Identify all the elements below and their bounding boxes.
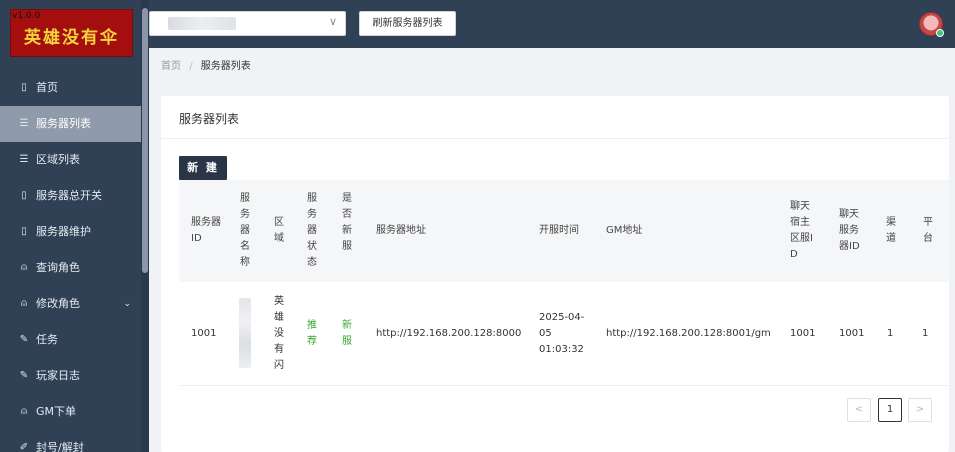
sidebar-item-player-log[interactable]: ✎ 玩家日志 <box>0 358 149 394</box>
sidebar: v1.0.0 英雄没有伞 ▯ 首页 ☰ 服务器列表 ☰ 区域列表 ▯ 服务器总开… <box>0 0 149 452</box>
chevron-down-icon: ∨ <box>328 15 337 28</box>
list-icon: ☰ <box>19 154 29 165</box>
sidebar-scrollbar[interactable] <box>142 8 148 273</box>
sidebar-item-edit-role[interactable]: ⍝ 修改角色 ⌄ <box>0 286 149 322</box>
sidebar-item-ban[interactable]: ✐ 封号/解封 <box>0 430 149 452</box>
wrench-icon: ✎ <box>19 370 29 381</box>
header-gm-address: GM地址 <box>606 225 643 236</box>
breadcrumb-separator: / <box>189 61 193 72</box>
table-header: 服务器ID 服务器名称 区域 服务器状态 是否新服 服务器地址 开服时间 GM地… <box>179 180 949 282</box>
sidebar-item-server-switch[interactable]: ▯ 服务器总开关 <box>0 178 149 214</box>
cell-status: 推荐 <box>307 320 317 347</box>
edit-icon: ✐ <box>19 442 29 452</box>
sidebar-item-label: 封号/解封 <box>36 441 84 452</box>
server-list-card: 服务器列表 新 建 服务器ID 服务器名称 区域 服务器状态 是否新服 服务器地… <box>161 96 949 452</box>
cell-platform: 1 <box>922 328 929 339</box>
cell-region: 英雄没有闪 <box>274 296 284 371</box>
sidebar-item-label: 服务器总开关 <box>36 189 102 202</box>
sidebar-item-region-list[interactable]: ☰ 区域列表 <box>0 142 149 178</box>
wrench-icon: ✎ <box>19 334 29 345</box>
table-row: 1001 英雄没有闪 推荐 新服 http://192.168.200.128:… <box>179 282 949 386</box>
chevron-down-icon: ⌄ <box>123 299 131 309</box>
sidebar-menu: ▯ 首页 ☰ 服务器列表 ☰ 区域列表 ▯ 服务器总开关 ▯ 服务器维护 ⍝ 查… <box>0 70 149 452</box>
header-server-name: 服务器名称 <box>240 193 250 268</box>
cell-server-address: http://192.168.200.128:8000 <box>376 328 522 339</box>
header-chat-host-id: 聊天宿主区服ID <box>790 201 813 260</box>
user-icon: ⍝ <box>21 406 27 417</box>
header-is-new: 是否新服 <box>342 193 352 252</box>
breadcrumb-home[interactable]: 首页 <box>161 61 181 72</box>
server-table: 服务器ID 服务器名称 区域 服务器状态 是否新服 服务器地址 开服时间 GM地… <box>179 180 949 386</box>
logo-text: 英雄没有伞 <box>24 28 119 48</box>
sidebar-item-task[interactable]: ✎ 任务 <box>0 322 149 358</box>
header-server-status: 服务器状态 <box>307 193 317 268</box>
top-header: ∨ 刷新服务器列表 <box>149 0 955 48</box>
sidebar-item-label: 服务器列表 <box>36 117 91 130</box>
header-open-time: 开服时间 <box>539 225 579 236</box>
cell-chat-host-id: 1001 <box>790 328 816 339</box>
header-platform: 平台 <box>923 217 933 244</box>
cell-chat-server-id: 1001 <box>839 328 865 339</box>
refresh-server-list-button[interactable]: 刷新服务器列表 <box>359 11 456 36</box>
page-icon: ▯ <box>21 82 27 93</box>
version-label: v1.0.0 <box>12 11 41 21</box>
sidebar-item-label: 任务 <box>36 333 58 346</box>
cell-is-new: 新服 <box>342 320 352 347</box>
blurred-selected-value <box>168 17 236 30</box>
server-select[interactable]: ∨ <box>149 11 346 36</box>
avatar[interactable] <box>919 12 944 37</box>
sidebar-item-query-role[interactable]: ⍝ 查询角色 <box>0 250 149 286</box>
header-channel: 渠道 <box>886 217 896 244</box>
breadcrumb: 首页 / 服务器列表 <box>161 57 251 72</box>
sidebar-item-server-list[interactable]: ☰ 服务器列表 <box>0 106 141 142</box>
user-icon: ⍝ <box>21 262 27 273</box>
pagination-page-1[interactable]: 1 <box>878 398 902 422</box>
sidebar-item-gm-order[interactable]: ⍝ GM下单 <box>0 394 149 430</box>
new-button[interactable]: 新 建 <box>179 156 227 180</box>
header-server-address: 服务器地址 <box>376 225 426 236</box>
cell-server-id: 1001 <box>191 328 217 339</box>
list-icon: ☰ <box>19 118 29 129</box>
sidebar-item-label: 首页 <box>36 81 58 94</box>
online-status-icon <box>936 29 944 37</box>
sidebar-item-label: 修改角色 <box>36 297 80 310</box>
header-chat-server-id: 聊天服务器ID <box>839 209 860 252</box>
sidebar-item-label: 服务器维护 <box>36 225 91 238</box>
cell-channel: 1 <box>887 328 894 339</box>
header-region: 区域 <box>274 217 284 244</box>
sidebar-item-label: 区域列表 <box>36 153 80 166</box>
page-icon: ▯ <box>21 226 27 237</box>
sidebar-item-label: GM下单 <box>36 405 77 418</box>
sidebar-item-label: 查询角色 <box>36 261 80 274</box>
breadcrumb-current: 服务器列表 <box>200 61 251 72</box>
sidebar-item-home[interactable]: ▯ 首页 <box>0 70 149 106</box>
sidebar-item-server-maintenance[interactable]: ▯ 服务器维护 <box>0 214 149 250</box>
logo: v1.0.0 英雄没有伞 <box>10 9 133 57</box>
header-server-id: 服务器ID <box>191 217 221 244</box>
pagination-prev-button[interactable]: < <box>847 398 871 422</box>
sidebar-item-label: 玩家日志 <box>36 369 80 382</box>
pagination-next-button[interactable]: > <box>908 398 932 422</box>
cell-server-name-blurred <box>239 298 251 368</box>
card-title: 服务器列表 <box>179 112 240 126</box>
cell-gm-address: http://192.168.200.128:8001/gm <box>606 328 771 339</box>
divider <box>161 138 949 139</box>
page-icon: ▯ <box>21 190 27 201</box>
user-icon: ⍝ <box>21 298 27 309</box>
cell-open-time: 2025-04-05 01:03:32 <box>539 312 585 355</box>
